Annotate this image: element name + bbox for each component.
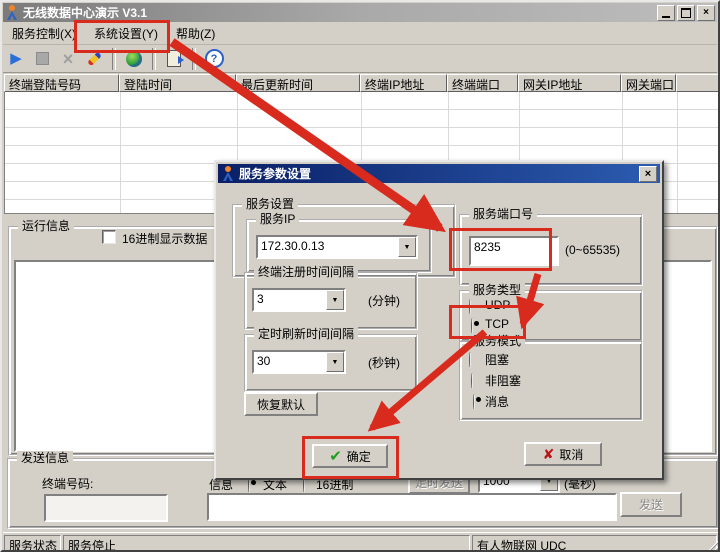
service-mode-group: 服务模式 阻塞 非阻塞 消息: [459, 341, 643, 421]
menu-help[interactable]: 帮助(Z): [167, 23, 224, 44]
refresh-interval-combo[interactable]: 30 ▼: [252, 350, 346, 374]
col-gateway-ip[interactable]: 网关IP地址: [518, 74, 621, 92]
status-bar: 服务状态 服务停止 有人物联网 UDC: [3, 532, 719, 552]
col-terminal-login-number[interactable]: 终端登陆号码: [4, 74, 119, 92]
x-icon: ✘: [543, 446, 555, 463]
nonblock-radio-label[interactable]: 非阻塞: [485, 372, 521, 389]
stop-icon: [36, 52, 49, 65]
refresh-interval-group: 定时刷新时间间隔 30 ▼ (秒钟): [244, 334, 418, 392]
send-button[interactable]: 发送: [620, 492, 682, 517]
col-last-update-time[interactable]: 最后更新时间: [236, 74, 360, 92]
service-port-hint: (0~65535): [565, 243, 620, 257]
udp-radio[interactable]: [469, 299, 471, 315]
terminal-table-header: 终端登陆号码 登陆时间 最后更新时间 终端IP地址 终端端口 网关IP地址 网关…: [4, 74, 720, 92]
help-button[interactable]: ?: [201, 47, 227, 71]
network-button[interactable]: [121, 47, 147, 71]
status-value-panel: 服务停止: [63, 535, 470, 551]
service-port-label: 服务端口号: [469, 207, 537, 221]
clear-x-icon: ×: [63, 50, 74, 68]
check-icon: ✔: [329, 447, 342, 465]
hex-display-checkbox[interactable]: [102, 230, 116, 244]
col-terminal-port[interactable]: 终端端口: [447, 74, 518, 92]
dialog-icon: [221, 166, 235, 181]
menu-bar: 服务控制(X) 系统设置(Y) 帮助(Z): [3, 22, 717, 45]
block-radio[interactable]: [469, 352, 471, 368]
vendor-panel: 有人物联网 UDC: [472, 535, 717, 551]
terminal-number-input[interactable]: [44, 494, 168, 522]
grid-line: [120, 92, 121, 213]
nonblock-radio[interactable]: [471, 373, 473, 389]
message-radio[interactable]: [473, 394, 475, 410]
toolbar-separator: [152, 48, 156, 70]
run-info-label: 运行信息: [18, 219, 74, 233]
service-settings-label: 服务设置: [242, 197, 298, 211]
register-interval-group: 终端注册时间间隔 3 ▼ (分钟): [244, 272, 418, 330]
register-interval-combo[interactable]: 3 ▼: [252, 288, 346, 312]
col-empty: [676, 74, 720, 92]
app-icon: [5, 5, 19, 20]
chevron-down-icon[interactable]: ▼: [326, 352, 344, 372]
play-icon: ▶: [10, 51, 22, 66]
restore-default-button[interactable]: 恢复默认: [244, 392, 318, 416]
toolbar-separator: [192, 48, 196, 70]
cancel-button[interactable]: ✘ 取消: [524, 442, 602, 466]
service-mode-label: 服务模式: [469, 334, 525, 348]
menu-service-control[interactable]: 服务控制(X): [3, 23, 85, 44]
udp-radio-label[interactable]: UDP: [485, 298, 510, 312]
service-port-input[interactable]: 8235: [469, 236, 559, 266]
exit-button[interactable]: [161, 47, 187, 71]
maximize-button[interactable]: [677, 5, 695, 21]
stop-service-button[interactable]: [29, 47, 55, 71]
col-terminal-ip[interactable]: 终端IP地址: [360, 74, 447, 92]
app-window: 无线数据中心演示 V3.1 × 服务控制(X) 系统设置(Y) 帮助(Z) ▶ …: [0, 0, 720, 552]
globe-icon: [126, 51, 142, 67]
grid-line: [677, 92, 678, 213]
exit-door-icon: [167, 50, 181, 67]
refresh-interval-label: 定时刷新时间间隔: [254, 327, 358, 341]
service-type-label: 服务类型: [469, 283, 525, 297]
pen-icon: [87, 51, 102, 66]
chevron-down-icon[interactable]: ▼: [326, 290, 344, 310]
service-ip-combo[interactable]: 172.30.0.13 ▼: [256, 235, 418, 259]
dialog-title-bar: 服务参数设置 ×: [218, 164, 660, 183]
tcp-radio-label[interactable]: TCP: [485, 317, 509, 331]
send-info-label: 发送信息: [17, 451, 73, 465]
service-port-group: 服务端口号 8235 (0~65535): [459, 214, 643, 286]
menu-system-settings[interactable]: 系统设置(Y): [85, 23, 167, 44]
message-input[interactable]: [207, 493, 617, 521]
tcp-radio[interactable]: [471, 318, 473, 334]
ok-button[interactable]: ✔ 确定: [312, 444, 388, 468]
title-bar: 无线数据中心演示 V3.1 ×: [3, 3, 717, 22]
message-radio-label[interactable]: 消息: [485, 393, 509, 410]
hex-display-label[interactable]: 16进制显示数据: [122, 230, 207, 247]
block-radio-label[interactable]: 阻塞: [485, 351, 509, 368]
start-service-button[interactable]: ▶: [3, 47, 29, 71]
config-button[interactable]: [81, 47, 107, 71]
register-interval-label: 终端注册时间间隔: [254, 265, 358, 279]
window-title: 无线数据中心演示 V3.1: [23, 4, 147, 21]
refresh-interval-unit: (秒钟): [368, 354, 400, 371]
close-button[interactable]: ×: [697, 5, 715, 21]
register-interval-unit: (分钟): [368, 292, 400, 309]
dialog-close-button[interactable]: ×: [639, 166, 657, 182]
service-ip-label: 服务IP: [256, 212, 299, 226]
col-gateway-port[interactable]: 网关端口: [621, 74, 676, 92]
dialog-title: 服务参数设置: [239, 165, 311, 182]
col-login-time[interactable]: 登陆时间: [119, 74, 236, 92]
clear-button[interactable]: ×: [55, 47, 81, 71]
terminal-number-label: 终端号码:: [42, 475, 93, 492]
toolbar: ▶ × ?: [3, 45, 717, 73]
status-label-panel: 服务状态: [4, 535, 61, 551]
chevron-down-icon[interactable]: ▼: [398, 237, 416, 257]
toolbar-separator: [112, 48, 116, 70]
help-icon: ?: [205, 49, 224, 68]
minimize-button[interactable]: [657, 5, 675, 21]
service-params-dialog: 服务参数设置 × 服务设置 服务IP 172.30.0.13 ▼ 终端注册时间间…: [214, 160, 664, 480]
